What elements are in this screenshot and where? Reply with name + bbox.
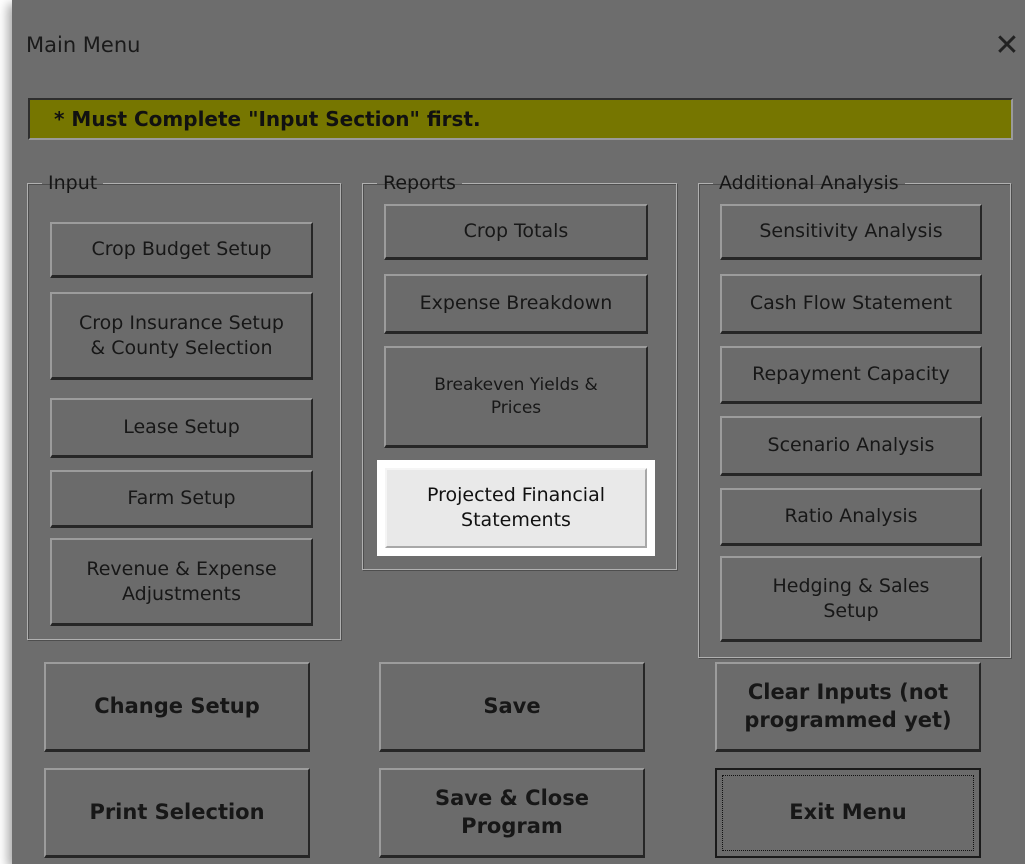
save-close-program-button[interactable]: Save & Close Program: [379, 768, 645, 858]
title-bar: Main Menu ✕: [12, 0, 1025, 90]
breakeven-yields-prices-button[interactable]: Breakeven Yields & Prices: [384, 346, 648, 448]
close-icon[interactable]: ✕: [989, 28, 1025, 64]
crop-totals-button[interactable]: Crop Totals: [384, 204, 648, 260]
revenue-expense-adjustments-button[interactable]: Revenue & Expense Adjustments: [50, 538, 313, 626]
exit-menu-button[interactable]: Exit Menu: [715, 768, 981, 858]
change-setup-button[interactable]: Change Setup: [44, 662, 310, 752]
save-button[interactable]: Save: [379, 662, 645, 752]
expense-breakdown-button[interactable]: Expense Breakdown: [384, 274, 648, 334]
cash-flow-statement-button[interactable]: Cash Flow Statement: [720, 274, 982, 334]
sensitivity-analysis-button[interactable]: Sensitivity Analysis: [720, 204, 982, 260]
lease-setup-button[interactable]: Lease Setup: [50, 398, 313, 458]
hedging-sales-setup-button[interactable]: Hedging & Sales Setup: [720, 556, 982, 642]
projected-financial-statements-button[interactable]: Projected Financial Statements: [377, 460, 655, 556]
scenario-analysis-button[interactable]: Scenario Analysis: [720, 416, 982, 476]
crop-budget-setup-button[interactable]: Crop Budget Setup: [50, 222, 313, 278]
additional-analysis-group-label: Additional Analysis: [719, 172, 899, 194]
clear-inputs-button[interactable]: Clear Inputs (not programmed yet): [715, 662, 981, 752]
warning-banner: * Must Complete "Input Section" first.: [28, 98, 1013, 140]
input-group-label: Input: [48, 172, 98, 194]
main-menu-dialog: Main Menu ✕ * Must Complete "Input Secti…: [12, 0, 1025, 864]
repayment-capacity-button[interactable]: Repayment Capacity: [720, 346, 982, 404]
crop-insurance-setup-button[interactable]: Crop Insurance Setup & County Selection: [50, 292, 313, 380]
print-selection-button[interactable]: Print Selection: [44, 768, 310, 858]
reports-group-label: Reports: [383, 172, 456, 194]
window-title: Main Menu: [26, 33, 141, 57]
farm-setup-button[interactable]: Farm Setup: [50, 470, 313, 528]
ratio-analysis-button[interactable]: Ratio Analysis: [720, 488, 982, 546]
